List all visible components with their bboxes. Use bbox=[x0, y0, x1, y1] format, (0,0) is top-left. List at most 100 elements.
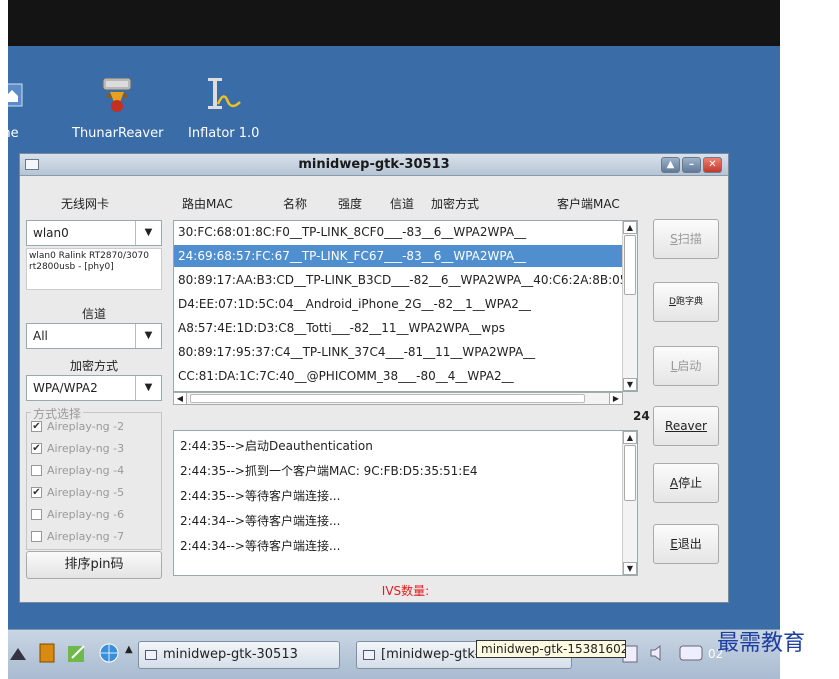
desktop-icon-label: Inflator 1.0 bbox=[188, 126, 260, 141]
browser-icon[interactable] bbox=[98, 642, 120, 664]
sort-pin-button[interactable]: 排序pin码 bbox=[26, 551, 162, 579]
method-checkbox-aireplay-2[interactable]: ✔ Aireplay-ng -2 bbox=[31, 417, 124, 435]
checkbox-icon bbox=[31, 464, 42, 476]
scan-button[interactable]: S扫描 bbox=[653, 219, 719, 259]
stop-button[interactable]: A停止 bbox=[653, 463, 719, 503]
exit-label: 退出 bbox=[677, 537, 702, 551]
log-vertical-scrollbar[interactable]: ▲ ▼ bbox=[622, 431, 637, 575]
desktop-icon-label: me bbox=[8, 126, 19, 141]
log-line: 2:44:35-->抓到一个客户端MAC: 9C:FB:D5:35:51:E4 bbox=[180, 464, 478, 478]
method-selection-group: 方式选择 ✔ Aireplay-ng -2 ✔ Aireplay-ng -3 A… bbox=[26, 405, 162, 550]
wireless-card-info: wlan0 Ralink RT2870/3070 rt2800usb - [ph… bbox=[26, 248, 162, 290]
taskbar-item-label: minidwep-gtk-30513 bbox=[163, 647, 298, 662]
dictionary-button[interactable]: D跑字典 bbox=[653, 282, 719, 322]
log-line: 2:44:35-->等待客户端连接... bbox=[180, 489, 341, 503]
method-label: Aireplay-ng -3 bbox=[47, 441, 125, 455]
encryption-select[interactable]: WPA/WPA2 ▼ bbox=[26, 375, 162, 401]
wireless-card-header: 无线网卡 bbox=[61, 197, 110, 211]
chevron-down-icon: ▼ bbox=[135, 324, 161, 348]
ap-header-strength: 强度 bbox=[338, 197, 363, 211]
scroll-up-icon[interactable]: ▲ bbox=[623, 221, 637, 234]
window-titlebar[interactable]: minidwep-gtk-30513 ▲ – ✕ bbox=[20, 154, 728, 176]
chevron-down-icon: ▼ bbox=[135, 376, 161, 400]
window-title: minidwep-gtk-30513 bbox=[298, 157, 450, 172]
launch-label: 启动 bbox=[677, 359, 702, 373]
desktop: me ThunarReaver Inflator 1.0 minidwep-gt… bbox=[8, 0, 780, 679]
log-panel: 2:44:35-->启动Deauthentication 2:44:35-->抓… bbox=[173, 430, 638, 576]
taskbar-tooltip: minidwep-gtk-1538160270 bbox=[476, 640, 626, 658]
network-icon[interactable] bbox=[8, 642, 30, 664]
taskbar: ▲ minidwep-gtk-30513 [minidwep-gtk-15381… bbox=[8, 629, 780, 679]
wireless-card-value: wlan0 bbox=[33, 226, 69, 240]
taskbar-item-minidwep[interactable]: minidwep-gtk-30513 bbox=[138, 641, 340, 669]
exit-button[interactable]: E退出 bbox=[653, 524, 719, 564]
encryption-label: 加密方式 bbox=[69, 359, 118, 373]
dictionary-label: 跑字典 bbox=[675, 297, 703, 307]
display-icon[interactable] bbox=[678, 642, 704, 664]
ap-header-encryption: 加密方式 bbox=[431, 197, 480, 211]
launch-button[interactable]: L启动 bbox=[653, 346, 719, 386]
checkbox-icon bbox=[31, 530, 42, 542]
inflator-icon bbox=[208, 78, 241, 109]
thunarreaver-icon bbox=[102, 78, 132, 112]
scrollbar-thumb[interactable] bbox=[624, 445, 636, 501]
method-checkbox-aireplay-5[interactable]: ✔ Aireplay-ng -5 bbox=[31, 483, 124, 501]
chevron-up-icon[interactable]: ▲ bbox=[125, 644, 133, 655]
volume-icon[interactable] bbox=[648, 642, 670, 664]
reaver-label: Reaver bbox=[665, 419, 707, 433]
scan-shortcut: S bbox=[670, 232, 678, 246]
channel-label: 信道 bbox=[81, 307, 106, 321]
ivs-count-label: IVS数量: bbox=[381, 584, 430, 598]
ap-header-client-mac: 客户端MAC bbox=[557, 197, 620, 211]
scroll-up-icon[interactable]: ▲ bbox=[623, 431, 637, 444]
chevron-down-icon: ▼ bbox=[135, 221, 161, 245]
method-checkbox-aireplay-4[interactable]: Aireplay-ng -4 bbox=[31, 461, 124, 479]
scrollbar-thumb[interactable] bbox=[190, 394, 585, 403]
ap-list-horizontal-scrollbar[interactable]: ◀ ▶ bbox=[173, 392, 623, 405]
method-checkbox-aireplay-6[interactable]: Aireplay-ng -6 bbox=[31, 505, 124, 523]
scroll-left-icon[interactable]: ◀ bbox=[174, 393, 187, 404]
ap-list-item[interactable]: CC:81:DA:1C:7C:40__@PHICOMM_38___-80__4_… bbox=[174, 365, 626, 387]
ap-list-item[interactable]: D4:EE:07:1D:5C:04__Android_iPhone_2G__-8… bbox=[174, 293, 626, 315]
watermark: 最需教育 bbox=[717, 631, 806, 656]
access-point-list: 30:FC:68:01:8C:F0__TP-LINK_8CF0___-83__6… bbox=[173, 220, 638, 392]
dictionary-shortcut: D bbox=[669, 297, 676, 307]
ap-list-item[interactable]: 30:FC:68:01:8C:F0__TP-LINK_8CF0___-83__6… bbox=[174, 221, 626, 243]
ap-count: 24 bbox=[633, 409, 650, 423]
ap-header-mac: 路由MAC bbox=[182, 197, 233, 211]
ap-list-item[interactable]: A8:57:4E:1D:D3:C8__Totti___-82__11__WPA2… bbox=[174, 317, 626, 339]
scroll-right-icon[interactable]: ▶ bbox=[609, 393, 622, 404]
method-checkbox-aireplay-3[interactable]: ✔ Aireplay-ng -3 bbox=[31, 439, 124, 457]
top-black-bar bbox=[8, 0, 780, 46]
window-up-button[interactable]: ▲ bbox=[661, 157, 680, 173]
log-line: 2:44:35-->启动Deauthentication bbox=[180, 439, 373, 453]
wireless-card-select[interactable]: wlan0 ▼ bbox=[26, 220, 162, 246]
minidwep-window: minidwep-gtk-30513 ▲ – ✕ 无线网卡 路由MAC 名称 强… bbox=[19, 153, 729, 603]
scroll-down-icon[interactable]: ▼ bbox=[623, 378, 637, 391]
ap-list-vertical-scrollbar[interactable]: ▲ ▼ bbox=[622, 221, 637, 391]
scroll-down-icon[interactable]: ▼ bbox=[623, 562, 637, 575]
exit-shortcut: E bbox=[670, 537, 678, 551]
window-close-button[interactable]: ✕ bbox=[703, 157, 722, 173]
checkbox-icon bbox=[31, 508, 42, 520]
ap-list-item[interactable]: 80:89:17:95:37:C4__TP-LINK_37C4___-81__1… bbox=[174, 341, 626, 363]
window-icon bbox=[145, 650, 157, 660]
reaver-button[interactable]: Reaver bbox=[653, 406, 719, 446]
method-label: Aireplay-ng -2 bbox=[47, 419, 125, 433]
window-minimize-button[interactable]: – bbox=[682, 157, 701, 173]
log-line: 2:44:34-->等待客户端连接... bbox=[180, 539, 341, 553]
ap-header-channel: 信道 bbox=[390, 197, 415, 211]
scrollbar-thumb[interactable] bbox=[624, 235, 636, 295]
editor-icon[interactable] bbox=[66, 642, 88, 664]
ap-list-item-selected[interactable]: 24:69:68:57:FC:67__TP-LINK_FC67___-83__6… bbox=[174, 245, 626, 267]
book-icon[interactable] bbox=[36, 642, 58, 664]
desktop-icon-label: ThunarReaver bbox=[72, 126, 164, 141]
checkbox-icon: ✔ bbox=[31, 442, 42, 454]
channel-select[interactable]: All ▼ bbox=[26, 323, 162, 349]
method-label: Aireplay-ng -4 bbox=[47, 463, 125, 477]
ap-list-item[interactable]: 80:89:17:AA:B3:CD__TP-LINK_B3CD___-82__6… bbox=[174, 269, 626, 291]
stop-shortcut: A bbox=[669, 476, 679, 490]
method-label: Aireplay-ng -5 bbox=[47, 485, 125, 499]
stop-label: 停止 bbox=[678, 476, 703, 490]
method-checkbox-aireplay-7[interactable]: Aireplay-ng -7 bbox=[31, 527, 124, 545]
